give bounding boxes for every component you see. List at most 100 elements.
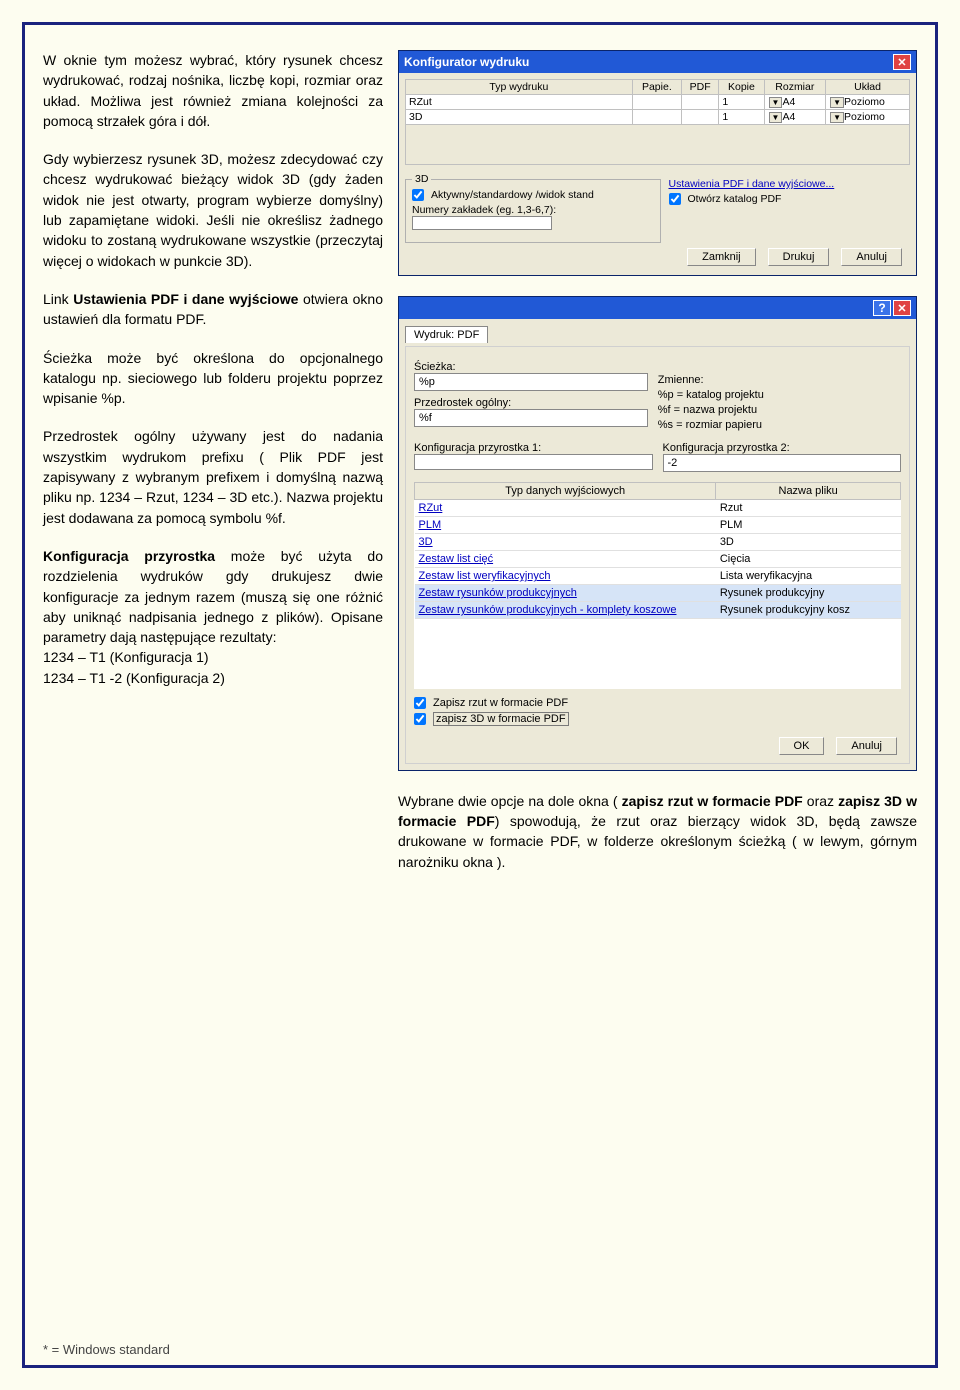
output-type-grid: Typ danych wyjściowych Nazwa pliku RZutR… <box>414 482 901 689</box>
p6-c: 1234 – T1 (Konfiguracja 1) <box>43 649 209 665</box>
checkbox-active[interactable] <box>412 189 424 201</box>
vars-3: %s = rozmiar papieru <box>658 418 901 433</box>
footnote: * = Windows standard <box>43 1342 917 1357</box>
print-grid: Typ wydruku Papie. PDF Kopie Rozmiar Ukł… <box>405 79 910 125</box>
link-pdf-settings[interactable]: Ustawienia PDF i dane wyjściowe... <box>669 178 835 190</box>
col-kopie: Kopie <box>719 80 764 95</box>
label-active: Aktywny/standardowy /widok stand <box>431 189 594 201</box>
paragraph-4: Ścieżka może być określona do opcjonalne… <box>43 348 383 409</box>
cell-uklad[interactable]: ▼Poziomo <box>826 95 910 110</box>
checkbox-save-rzut-pdf[interactable] <box>414 697 426 709</box>
content-row: W oknie tym możesz wybrać, który rysunek… <box>43 50 917 1342</box>
tab-strip: Wydruk: PDF <box>405 325 910 342</box>
rt-a: Wybrane dwie opcje na dole okna ( <box>398 793 622 809</box>
cell-uklad[interactable]: ▼Poziomo <box>826 110 910 125</box>
table-row[interactable]: Zestaw list cięćCięcia <box>415 551 901 568</box>
table-row[interactable]: Zestaw rysunków produkcyjnych - komplety… <box>415 602 901 619</box>
table-row[interactable]: Zestaw rysunków produkcyjnychRysunek pro… <box>415 585 901 602</box>
checkbox-open-folder[interactable] <box>669 193 681 205</box>
table-row[interactable]: 3D3D <box>415 534 901 551</box>
cell-typ: 3D <box>406 110 633 125</box>
col-type: Typ danych wyjściowych <box>415 483 716 500</box>
col-uklad: Układ <box>826 80 910 95</box>
label-vars: Zmienne: <box>658 373 901 388</box>
cancel-button[interactable]: Anuluj <box>836 737 897 755</box>
p3-a: Link <box>43 291 73 307</box>
chevron-down-icon[interactable]: ▼ <box>830 112 844 123</box>
close-icon[interactable]: ✕ <box>893 54 911 70</box>
vars-2: %f = nazwa projektu <box>658 403 901 418</box>
table-row[interactable]: Zestaw list weryfikacyjnychLista weryfik… <box>415 568 901 585</box>
cell-pdf[interactable] <box>681 95 718 110</box>
col-papie: Papie. <box>632 80 681 95</box>
close-button[interactable]: Zamknij <box>687 248 756 266</box>
paragraph-2: Gdy wybierzesz rysunek 3D, możesz zdecyd… <box>43 149 383 271</box>
cell-rozmiar[interactable]: ▼A4 <box>764 110 826 125</box>
paragraph-3: Link Ustawienia PDF i dane wyjściowe otw… <box>43 289 383 330</box>
input-suf2[interactable]: -2 <box>663 454 902 472</box>
paragraph-1: W oknie tym możesz wybrać, który rysunek… <box>43 50 383 131</box>
table-row[interactable]: RZutRzut <box>415 500 901 517</box>
ok-button[interactable]: OK <box>779 737 825 755</box>
left-column: W oknie tym możesz wybrać, który rysunek… <box>43 50 383 1342</box>
col-typ: Typ wydruku <box>406 80 633 95</box>
group-3d: 3D Aktywny/standardowy /widok stand Nume… <box>405 179 661 243</box>
grid2-header: Typ danych wyjściowych Nazwa pliku <box>415 483 901 500</box>
cell-kopie[interactable]: 1 <box>719 110 764 125</box>
grid-empty-area <box>415 619 901 689</box>
paragraph-6: Konfiguracja przyrostka może być użyta d… <box>43 546 383 688</box>
label-prefix: Przedrostek ogólny: <box>414 397 648 409</box>
col-rozmiar: Rozmiar <box>764 80 826 95</box>
titlebar-2: ? ✕ <box>399 297 916 319</box>
grid-header-row: Typ wydruku Papie. PDF Kopie Rozmiar Ukł… <box>406 80 910 95</box>
chevron-down-icon[interactable]: ▼ <box>830 97 844 108</box>
cell-kopie[interactable]: 1 <box>719 95 764 110</box>
page-frame: W oknie tym możesz wybrać, który rysunek… <box>22 22 938 1368</box>
p3-b: Ustawienia PDF i dane wyjściowe <box>73 291 298 307</box>
table-row[interactable]: 3D 1 ▼A4 ▼Poziomo <box>406 110 910 125</box>
vars-1: %p = katalog projektu <box>658 388 901 403</box>
label-save-rzut: Zapisz rzut w formacie PDF <box>433 697 568 709</box>
col-pdf: PDF <box>681 80 718 95</box>
tab-pdf[interactable]: Wydruk: PDF <box>405 326 488 343</box>
input-path[interactable]: %p <box>414 373 648 391</box>
p6-a: Konfiguracja przyrostka <box>43 548 215 564</box>
right-column: Konfigurator wydruku ✕ Typ wydruku Papie… <box>398 50 917 1342</box>
titlebar-1-text: Konfigurator wydruku <box>404 55 529 69</box>
label-path: Ścieżka: <box>414 361 648 373</box>
col-name: Nazwa pliku <box>716 483 901 500</box>
chevron-down-icon[interactable]: ▼ <box>769 97 783 108</box>
group-pdf-settings: Ustawienia PDF i dane wyjściowe... Otwór… <box>669 171 911 208</box>
input-prefix[interactable]: %f <box>414 409 648 427</box>
save-checks: Zapisz rzut w formacie PDF zapisz 3D w f… <box>414 697 901 726</box>
input-suf1[interactable] <box>414 454 653 470</box>
p6-d: 1234 – T1 -2 (Konfiguracja 2) <box>43 670 225 686</box>
rt-b: zapisz rzut w formacie PDF <box>622 793 803 809</box>
paragraph-5: Przedrostek ogólny używany jest do nadan… <box>43 426 383 527</box>
table-row[interactable]: PLMPLM <box>415 517 901 534</box>
chevron-down-icon[interactable]: ▼ <box>769 112 783 123</box>
label-suf2: Konfiguracja przyrostka 2: <box>663 442 902 454</box>
input-bookmarks[interactable] <box>412 216 552 230</box>
win2-body: Wydruk: PDF Ścieżka: %p Przedrostek ogól… <box>399 319 916 770</box>
group-3d-label: 3D <box>412 173 431 185</box>
print-button[interactable]: Drukuj <box>768 248 830 266</box>
checkbox-save-3d-pdf[interactable] <box>414 713 426 725</box>
close-icon[interactable]: ✕ <box>893 300 911 316</box>
right-paragraph: Wybrane dwie opcje na dole okna ( zapisz… <box>398 791 917 872</box>
grid-empty-area <box>405 125 910 165</box>
cell-papie[interactable] <box>632 110 681 125</box>
titlebar-1: Konfigurator wydruku ✕ <box>399 51 916 73</box>
page: W oknie tym możesz wybrać, który rysunek… <box>0 0 960 1390</box>
table-row[interactable]: RZut 1 ▼A4 ▼Poziomo <box>406 95 910 110</box>
cell-rozmiar[interactable]: ▼A4 <box>764 95 826 110</box>
cell-papie[interactable] <box>632 95 681 110</box>
label-open-folder: Otwórz katalog PDF <box>688 193 782 205</box>
cell-pdf[interactable] <box>681 110 718 125</box>
window-konfigurator: Konfigurator wydruku ✕ Typ wydruku Papie… <box>398 50 917 276</box>
win1-body: Typ wydruku Papie. PDF Kopie Rozmiar Ukł… <box>399 73 916 275</box>
panel-pdf: Ścieżka: %p Przedrostek ogólny: %f Zmien… <box>405 346 910 764</box>
window-pdf-settings: ? ✕ Wydruk: PDF Ścieżka: %p <box>398 296 917 771</box>
help-icon[interactable]: ? <box>873 300 891 316</box>
cancel-button[interactable]: Anuluj <box>841 248 902 266</box>
